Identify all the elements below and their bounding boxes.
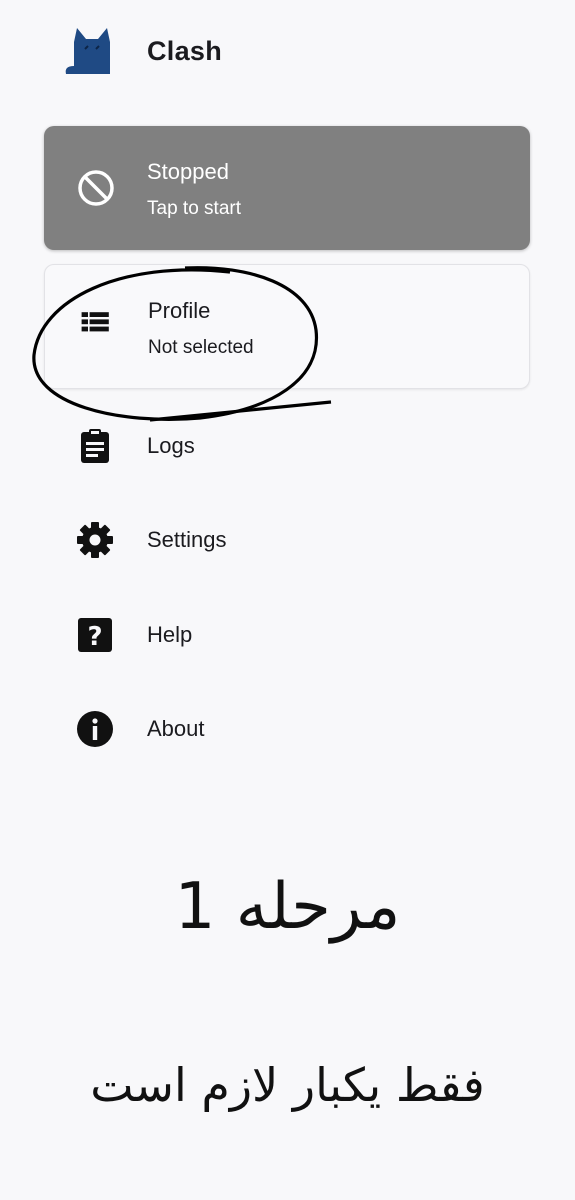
- block-icon: [78, 170, 114, 206]
- status-card[interactable]: Stopped Tap to start: [44, 126, 530, 250]
- menu-label-settings: Settings: [147, 527, 227, 552]
- list-icon: [81, 312, 109, 332]
- menu-label-logs: Logs: [147, 433, 195, 458]
- menu-item-logs[interactable]: Logs: [44, 411, 530, 481]
- menu-label-about: About: [147, 716, 205, 741]
- app-title: Clash: [147, 36, 223, 66]
- menu-item-settings[interactable]: Settings: [44, 505, 530, 575]
- profile-title: Profile: [148, 298, 211, 323]
- gear-icon: [77, 522, 113, 558]
- help-icon: ?: [78, 618, 112, 652]
- menu-item-help[interactable]: ? Help: [44, 600, 530, 670]
- status-title: Stopped: [147, 159, 229, 184]
- clash-cat-logo: [65, 28, 110, 74]
- status-subtitle: Tap to start: [147, 198, 241, 219]
- clipboard-icon: [81, 429, 109, 463]
- profile-card[interactable]: Profile Not selected: [44, 264, 530, 389]
- app-header: Clash: [0, 0, 575, 105]
- step-note: مرحله 1: [174, 870, 401, 944]
- info-icon: [77, 711, 113, 747]
- svg-text:?: ?: [87, 622, 102, 652]
- menu-item-about[interactable]: About: [44, 694, 530, 764]
- menu-label-help: Help: [147, 622, 193, 647]
- once-note: فقط یکبار لازم است: [90, 1058, 485, 1112]
- profile-subtitle: Not selected: [148, 337, 254, 358]
